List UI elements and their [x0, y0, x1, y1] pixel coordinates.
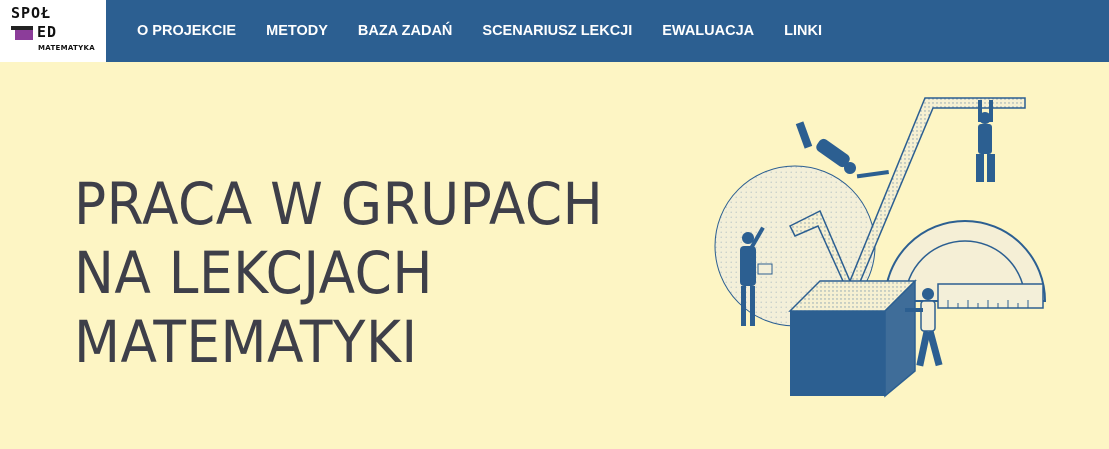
nav-item-metody[interactable]: METODY [266, 23, 328, 39]
nav-item-baza-zadan[interactable]: BAZA ZADAŃ [358, 23, 453, 39]
hero-title: PRACA W GRUPACH NA LEKCJACH MATEMATYKI [74, 170, 644, 377]
nav-item-ewaluacja[interactable]: EWALUACJA [662, 23, 754, 39]
nav-item-o-projekcie[interactable]: O PROJEKCIE [137, 23, 236, 39]
nav-item-linki[interactable]: LINKI [784, 23, 822, 39]
site-logo[interactable]: SPOŁ ED MATEMATYKA [0, 0, 106, 62]
person-hanging [976, 100, 995, 182]
logo-text-line2: ED [37, 23, 58, 41]
hero-title-line-2: NA LEKCJACH [74, 239, 433, 307]
ruler-shape [937, 283, 1044, 309]
math-tools-people-illustration [700, 86, 1080, 406]
hero-title-line-1: PRACA W GRUPACH [74, 170, 604, 238]
logo-text-line1: SPOŁ [11, 4, 52, 22]
main-menu: O PROJEKCIE METODY BAZA ZADAŃ SCENARIUSZ… [137, 0, 822, 62]
top-navigation-bar: SPOŁ ED MATEMATYKA O PROJEKCIE METODY BA… [0, 0, 1109, 62]
logo-mark-icon [11, 26, 33, 40]
cube-shape [788, 279, 917, 398]
nav-item-scenariusz-lekcji[interactable]: SCENARIUSZ LEKCJI [482, 23, 632, 39]
logo-subtitle: MATEMATYKA [38, 44, 95, 52]
hero-title-line-3: MATEMATYKI [74, 308, 418, 376]
